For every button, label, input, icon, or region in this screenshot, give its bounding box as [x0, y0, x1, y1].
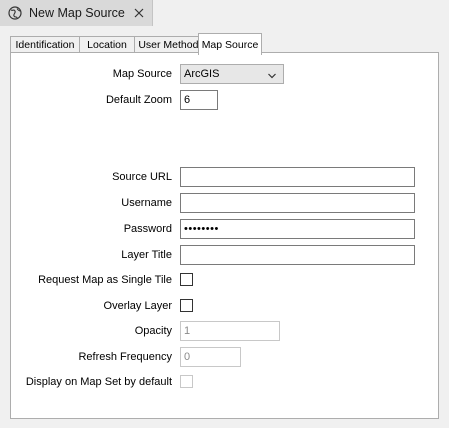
globe-icon [7, 5, 23, 21]
display-default-label: Display on Map Set by default [25, 376, 172, 388]
single-tile-label: Request Map as Single Tile [38, 274, 172, 286]
opacity-input: 1 [180, 321, 280, 341]
content-panel: Identification Location User Methods Map… [0, 26, 449, 428]
source-url-input[interactable] [180, 167, 415, 187]
tab-user-methods[interactable]: User Methods [134, 36, 208, 53]
refresh-frequency-input: 0 [180, 347, 241, 367]
map-source-dropdown[interactable]: ArcGIS [180, 64, 284, 84]
display-default-checkbox [180, 375, 193, 388]
default-zoom-label: Default Zoom [105, 94, 172, 106]
layer-title-label: Layer Title [121, 249, 172, 261]
map-source-value: ArcGIS [184, 68, 220, 80]
tab-map-source[interactable]: Map Source [198, 33, 262, 55]
password-input[interactable]: •••••••• [180, 219, 415, 239]
username-label: Username [121, 197, 172, 209]
default-zoom-input[interactable]: 6 [180, 90, 218, 110]
tab-identification[interactable]: Identification [10, 36, 80, 53]
map-source-page: Map Source ArcGIS Default Zoom 6 Source … [10, 52, 439, 419]
overlay-layer-checkbox[interactable] [180, 299, 193, 312]
map-source-label: Map Source [112, 68, 172, 80]
overlay-layer-label: Overlay Layer [103, 300, 172, 312]
password-label: Password [123, 223, 172, 235]
chevron-down-icon [267, 69, 277, 79]
layer-title-input[interactable] [180, 245, 415, 265]
document-tab[interactable]: New Map Source [0, 0, 153, 26]
username-input[interactable] [180, 193, 415, 213]
opacity-label: Opacity [134, 325, 172, 337]
source-url-label: Source URL [112, 171, 172, 183]
tab-strip: Identification Location User Methods Map… [10, 33, 440, 55]
refresh-frequency-label: Refresh Frequency [78, 351, 172, 363]
close-icon[interactable] [131, 5, 147, 21]
single-tile-checkbox[interactable] [180, 273, 193, 286]
document-tab-title: New Map Source [29, 6, 125, 20]
title-bar: New Map Source [0, 0, 449, 26]
tab-location[interactable]: Location [79, 36, 135, 53]
